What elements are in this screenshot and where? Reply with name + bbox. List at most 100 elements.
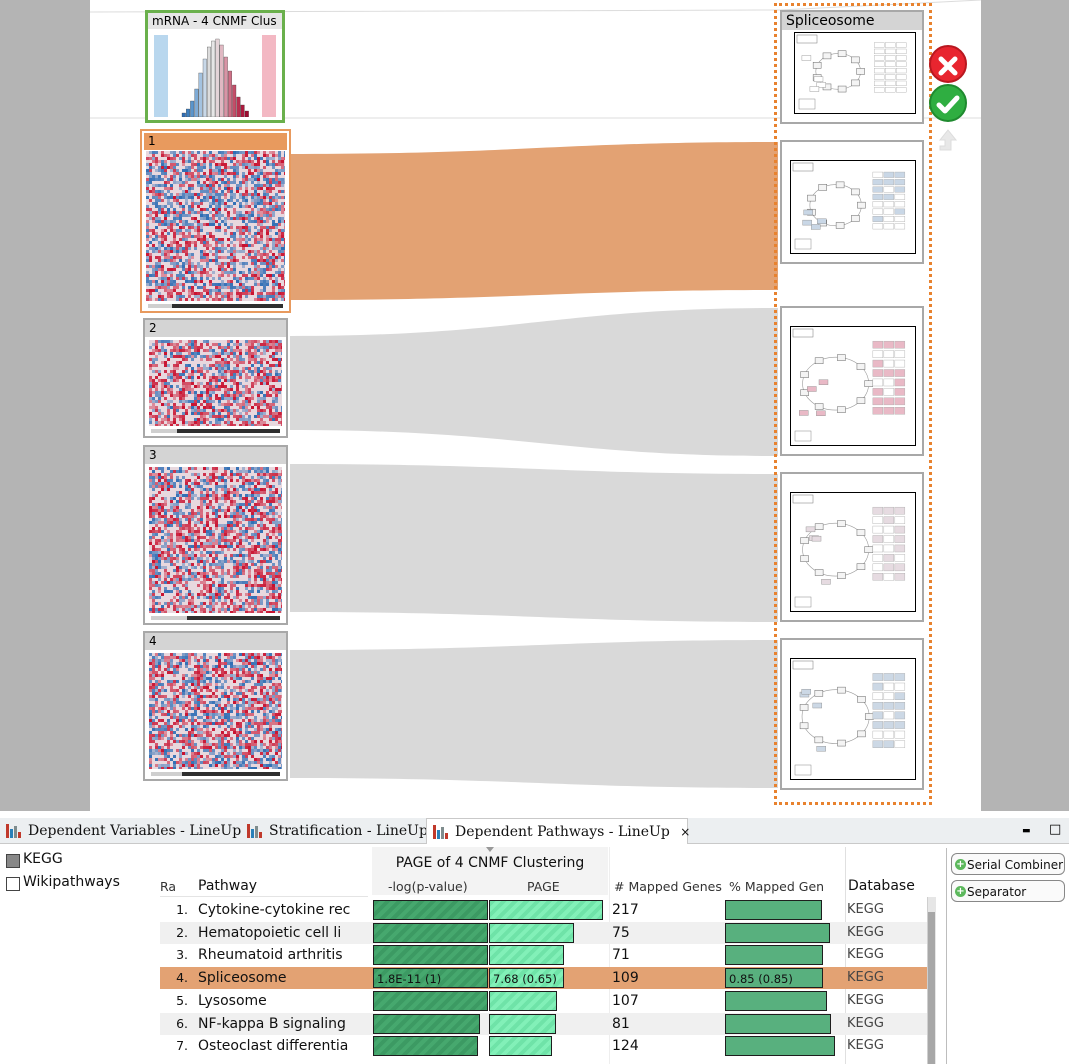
page-score-bar xyxy=(489,945,564,966)
cluster-block-4[interactable]: 4 xyxy=(143,631,288,781)
row-pathway-name: Osteoclast differentia xyxy=(198,1038,349,1055)
minimize-icon[interactable]: ▬ xyxy=(1022,826,1031,836)
plus-icon: + xyxy=(955,859,966,870)
flow-band-4 xyxy=(290,640,778,788)
row-pathway-name: Spliceosome xyxy=(198,970,287,987)
col-header-rank[interactable]: Ra xyxy=(160,879,176,894)
neg-log-p-bar xyxy=(373,900,488,920)
table-row[interactable]: 4. Spliceosome 1.8E-11 (1) 7.68 (0.65) 109 0.… xyxy=(160,967,928,990)
cluster-label: 3 xyxy=(145,447,286,464)
kegg-checkbox[interactable] xyxy=(6,854,20,868)
row-pathway-name: NF-kappa B signaling xyxy=(198,1015,346,1032)
cluster-block-3[interactable]: 3 xyxy=(143,445,288,625)
table-row[interactable]: 3. Rheumatoid arthritis 71 KEGG xyxy=(160,944,928,966)
neg-log-p-bar xyxy=(373,945,488,966)
arrow-up-icon[interactable] xyxy=(936,128,960,156)
flow-band-3 xyxy=(290,464,778,622)
col-header-database[interactable]: Database xyxy=(848,878,915,894)
pathway-thumbnail-2[interactable] xyxy=(780,306,924,456)
neg-log-p-bar-label: 1.8E-11 (1) xyxy=(377,972,442,987)
pct-mapped-bar xyxy=(725,945,823,966)
table-row[interactable]: 6. NF-kappa B signaling 81 KEGG xyxy=(160,1012,928,1035)
pct-mapped-bar xyxy=(725,1013,831,1034)
serial-combiner-button[interactable]: + Serial Combiner xyxy=(951,853,1065,875)
row-mapped-genes: 81 xyxy=(612,1015,630,1032)
tab-stratification[interactable]: Stratification - LineUp xyxy=(241,818,428,844)
combiner-label: Separator xyxy=(967,885,1027,899)
lineup-icon xyxy=(433,825,449,839)
row-pathway-name: Rheumatoid arthritis xyxy=(198,947,343,964)
pathway-thumbnail-1[interactable] xyxy=(780,140,924,264)
wikipathways-checkbox[interactable] xyxy=(6,877,20,891)
row-database: KEGG xyxy=(847,970,884,986)
check-circle-icon[interactable] xyxy=(929,84,967,122)
flow-band-1 xyxy=(290,142,778,300)
tab-label: Dependent Pathways - LineUp xyxy=(455,824,670,840)
cluster-label: 4 xyxy=(145,633,286,650)
pathway-thumbnail-4[interactable] xyxy=(780,638,924,790)
cluster-scrollbar[interactable] xyxy=(151,616,280,620)
row-database: KEGG xyxy=(847,1015,884,1031)
pct-mapped-bar xyxy=(725,1036,835,1057)
maximize-icon[interactable]: □ xyxy=(1049,822,1061,837)
cluster-scrollbar[interactable] xyxy=(148,304,283,308)
cluster-heatmap xyxy=(149,467,284,614)
close-circle-icon[interactable] xyxy=(929,45,967,83)
table-row[interactable]: 7. Osteoclast differentia 124 KEGG xyxy=(160,1035,928,1057)
cluster-label: 1 xyxy=(144,133,287,150)
tab-dependent-pathways[interactable]: Dependent Pathways - LineUp × xyxy=(426,818,690,844)
row-mapped-genes: 71 xyxy=(612,947,630,964)
pct-mapped-bar xyxy=(725,990,827,1011)
row-mapped-genes: 217 xyxy=(612,902,639,918)
lineup-icon xyxy=(6,824,22,838)
pct-mapped-bar xyxy=(725,922,830,943)
col-header-pathway[interactable]: Pathway xyxy=(198,878,257,894)
row-rank: 1. xyxy=(176,902,188,917)
page-score-bar xyxy=(489,900,603,920)
tab-close-icon[interactable]: × xyxy=(680,825,690,839)
pct-mapped-bar: 0.85 (0.85) xyxy=(725,968,823,989)
page-score-bar xyxy=(489,922,574,943)
pathway-summary-thumbnail[interactable]: Spliceosome xyxy=(780,10,924,124)
row-database: KEGG xyxy=(847,902,884,917)
tab-label: Dependent Variables - LineUp xyxy=(28,823,242,839)
row-database: KEGG xyxy=(847,947,884,963)
tab-label: Stratification - LineUp xyxy=(269,823,428,839)
table-scrollbar-thumb[interactable] xyxy=(928,912,935,1064)
cluster-block-1[interactable]: 1 xyxy=(140,129,291,313)
kegg-checkbox-label: KEGG xyxy=(23,851,63,867)
cluster-scrollbar[interactable] xyxy=(151,429,280,433)
row-database: KEGG xyxy=(847,1038,884,1054)
cluster-scrollbar[interactable] xyxy=(151,772,280,776)
col-header-pct-mapped[interactable]: % Mapped Gen xyxy=(729,879,824,894)
separator-button[interactable]: + Separator xyxy=(951,880,1065,902)
cluster-heatmap xyxy=(149,653,284,770)
row-rank: 3. xyxy=(176,947,188,963)
pathway-map xyxy=(790,160,916,254)
neg-log-p-bar xyxy=(373,922,488,943)
page-score-bar xyxy=(489,1013,556,1034)
page-score-bar-label: 7.68 (0.65) xyxy=(493,972,557,987)
neg-log-p-bar xyxy=(373,990,488,1011)
neg-log-p-bar xyxy=(373,1013,480,1034)
row-database: KEGG xyxy=(847,992,884,1008)
col-header-neg-log-p[interactable]: -log(p-value) xyxy=(388,879,468,894)
canvas-left-margin xyxy=(0,0,90,811)
row-rank: 4. xyxy=(176,970,188,986)
combiner-panel: + Serial Combiner + Separator xyxy=(946,848,1069,1064)
tab-dependent-variables[interactable]: Dependent Variables - LineUp xyxy=(0,818,242,844)
col-header-mapped-genes[interactable]: # Mapped Genes xyxy=(614,879,722,894)
table-row[interactable]: 1. Cytokine-cytokine rec 217 KEGG xyxy=(160,899,928,921)
pathway-thumbnail-3[interactable] xyxy=(780,472,924,622)
pathway-map xyxy=(790,492,916,612)
cluster-block-2[interactable]: 2 xyxy=(143,318,288,438)
pct-mapped-bar xyxy=(725,900,822,920)
lineup-table-view: KEGG Wikipathways PAGE of 4 CNMF Cluster… xyxy=(0,845,1069,1064)
table-row[interactable]: 5. Lysosome 107 KEGG xyxy=(160,990,928,1012)
table-row[interactable]: 2. Hematopoietic cell li 75 KEGG xyxy=(160,921,928,944)
col-header-page[interactable]: PAGE xyxy=(527,879,560,894)
row-rank: 2. xyxy=(176,924,188,940)
cluster-heatmap xyxy=(149,340,284,427)
stratomex-canvas[interactable]: mRNA - 4 CNMF Clus 1 2 3 4 Spliceosome xyxy=(0,0,1069,811)
cluster-summary-panel[interactable]: mRNA - 4 CNMF Clus xyxy=(145,10,285,123)
